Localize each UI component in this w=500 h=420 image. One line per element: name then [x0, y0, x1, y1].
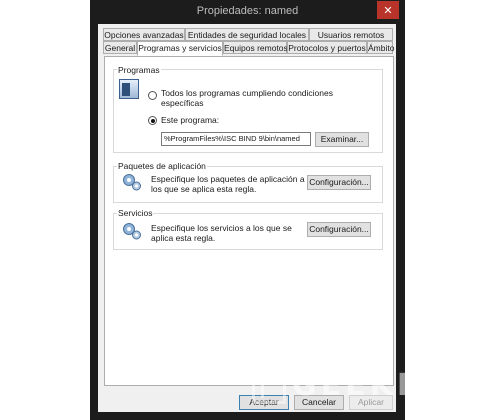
- radio-este-programa[interactable]: [148, 116, 157, 125]
- paquetes-config-button[interactable]: Configuración...: [307, 175, 371, 190]
- programas-group-title: Programas: [117, 65, 161, 75]
- program-path-input[interactable]: %ProgramFiles%\ISC BIND 9\bin\named: [161, 132, 311, 146]
- servicios-desc-line1: Especifique los servicios a los que se: [151, 223, 292, 233]
- tab-panel: Programas Todos los programas cumpliendo…: [104, 56, 394, 386]
- window-title: Propiedades: named: [196, 5, 299, 17]
- watermark-logo-icon: [252, 370, 286, 404]
- close-button[interactable]: ✕: [377, 1, 399, 19]
- tab-opciones-avanzadas[interactable]: Opciones avanzadas: [103, 28, 185, 41]
- properties-window: Propiedades: named ✕ Opciones avanzadas …: [90, 0, 405, 420]
- paquetes-desc-line1: Especifique los paquetes de aplicación a: [151, 174, 305, 184]
- tab-programas-servicios[interactable]: Programas y servicios: [137, 41, 223, 56]
- tab-ambito[interactable]: Ámbito: [367, 41, 394, 54]
- dialog-body: Opciones avanzadas Entidades de segurida…: [98, 24, 396, 412]
- watermark-text: GEEKNETIC: [292, 368, 500, 403]
- paquetes-desc-line2: los que se aplica esta regla.: [151, 184, 257, 194]
- title-bar[interactable]: Propiedades: named ✕: [90, 0, 405, 24]
- program-window-icon: [119, 79, 139, 99]
- gears-icon: [123, 174, 141, 191]
- paquetes-group-title: Paquetes de aplicación: [117, 161, 207, 171]
- tab-protocolos-puertos[interactable]: Protocolos y puertos: [287, 41, 367, 54]
- option-este-programa-label: Este programa:: [161, 115, 220, 125]
- tab-equipos-remotos[interactable]: Equipos remotos: [223, 41, 288, 54]
- servicios-group-title: Servicios: [117, 208, 154, 218]
- gears-icon: [123, 223, 141, 240]
- radio-todos-programas[interactable]: [148, 91, 157, 100]
- tab-entidades-seguridad[interactable]: Entidades de seguridad locales: [185, 28, 309, 41]
- tab-usuarios-remotos[interactable]: Usuarios remotos: [309, 28, 393, 41]
- servicios-desc-line2: aplica esta regla.: [151, 233, 216, 243]
- option-todos-line2: específicas: [161, 98, 204, 108]
- close-icon: ✕: [383, 4, 393, 17]
- option-todos-line1: Todos los programas cumpliendo condicion…: [161, 88, 333, 98]
- tab-general[interactable]: General: [103, 41, 137, 54]
- browse-button[interactable]: Examinar...: [315, 132, 369, 147]
- servicios-config-button[interactable]: Configuración...: [307, 222, 371, 237]
